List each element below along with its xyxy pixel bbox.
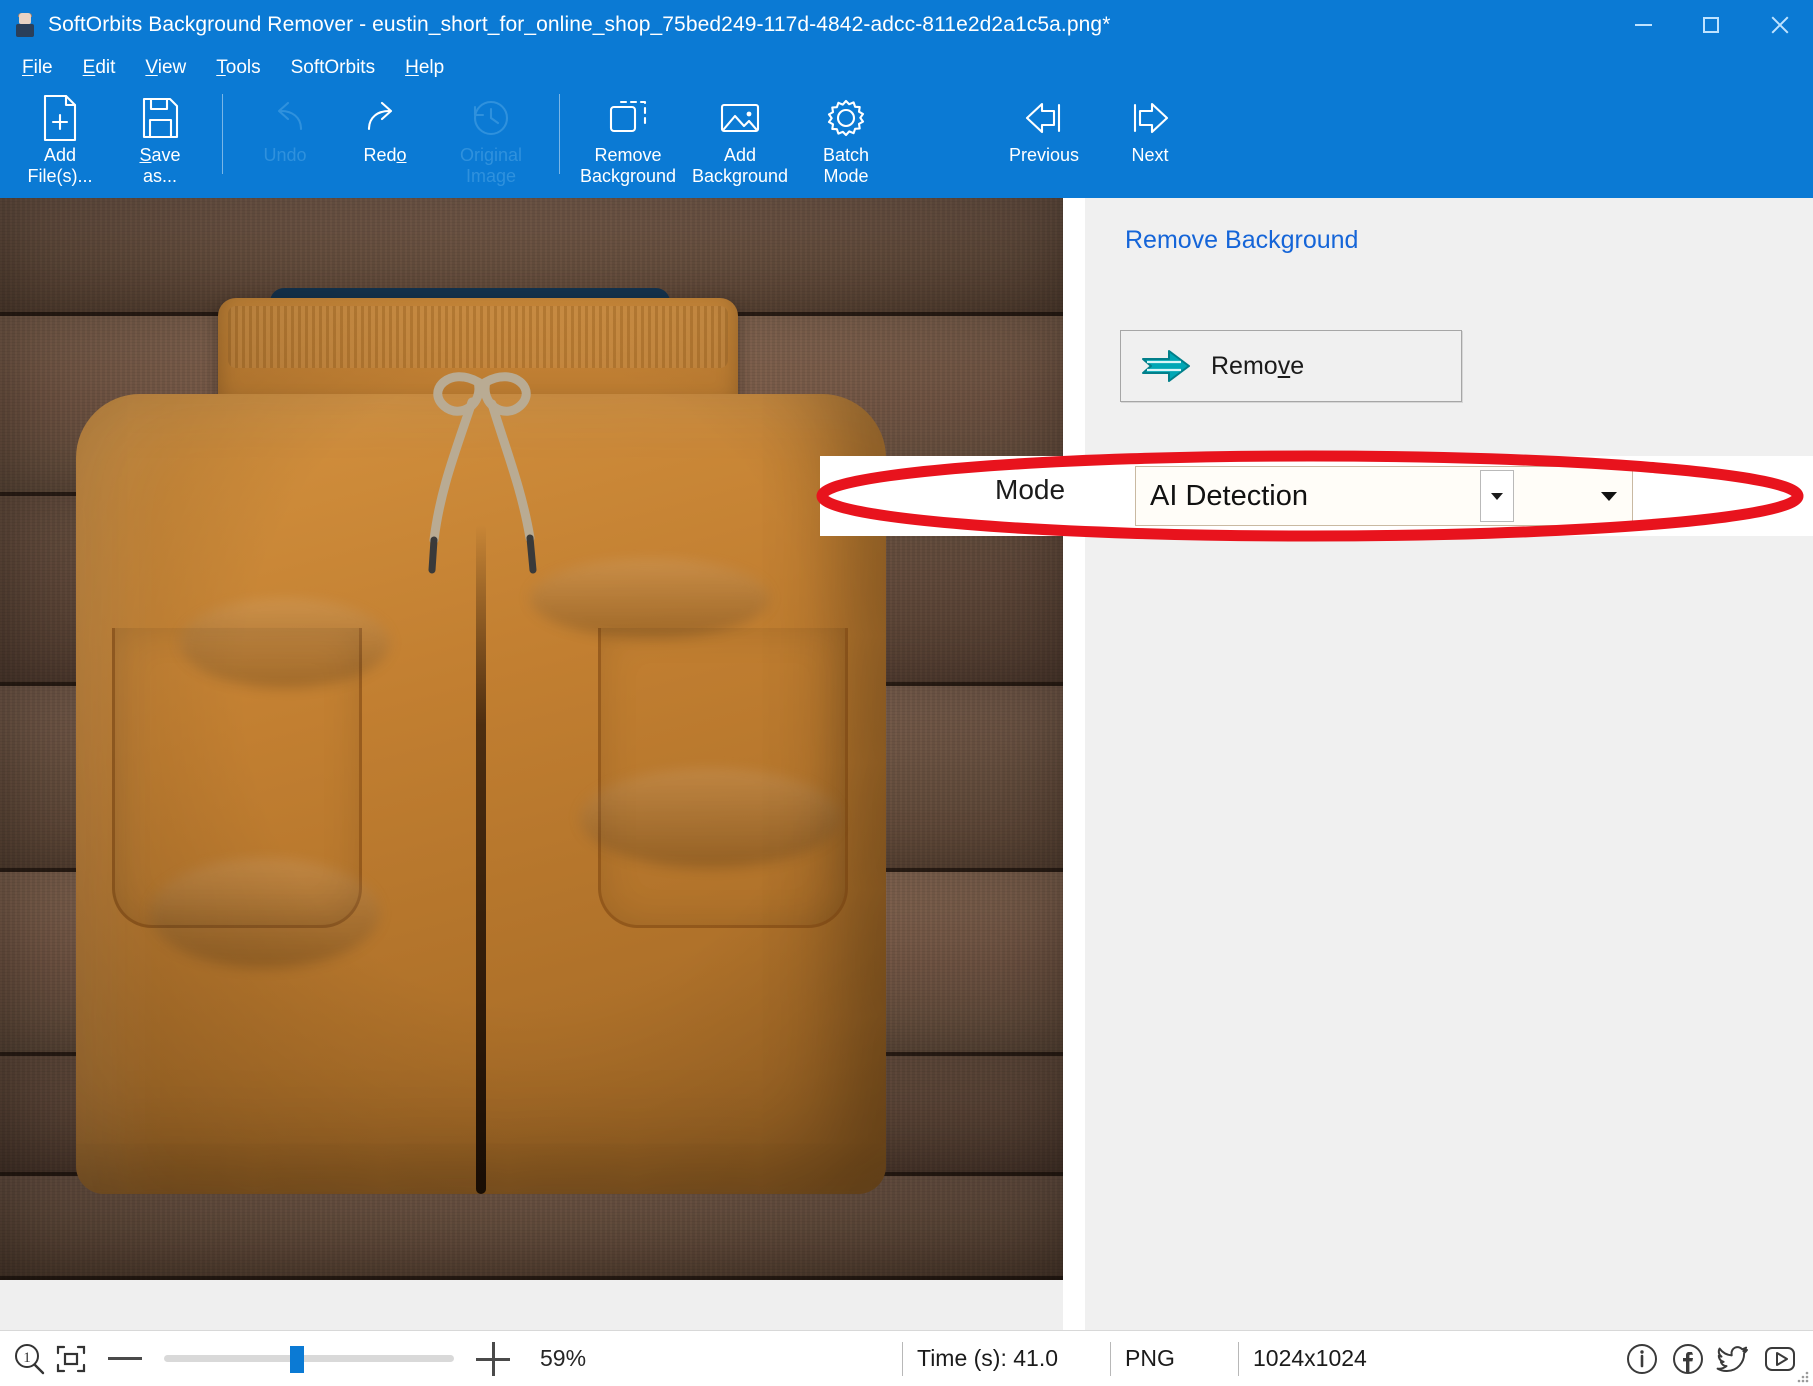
right-panel: Remove Background Remove [1063,198,1813,1330]
resize-grip-icon[interactable] [1794,1367,1810,1383]
menu-item-file[interactable]: File [22,55,69,81]
window-controls [1609,0,1813,50]
remove-button-label: Remove [1211,352,1304,381]
info-icon[interactable] [1621,1338,1663,1380]
close-icon [1770,16,1788,34]
picture-icon [684,92,796,144]
toolbar-group-history: Undo Redo OriginalImage [235,86,547,198]
status-dimensions: 1024x1024 [1238,1342,1428,1376]
chevron-down-icon [1601,492,1617,501]
secondary-dropdown-button[interactable] [1480,470,1514,522]
maximize-icon [1703,17,1719,33]
twitter-icon[interactable] [1713,1338,1755,1380]
status-format: PNG [1110,1342,1220,1376]
next-button[interactable]: Next [1100,86,1200,166]
add-file-icon [10,92,110,144]
redo-label: Redo [363,145,406,166]
shorts-object [60,298,900,1178]
zoom-out-button[interactable] [108,1357,142,1360]
remove-button[interactable]: Remove [1120,330,1462,402]
arrow-right-icon [1100,92,1200,144]
window-title: SoftOrbits Background Remover - eustin_s… [48,13,1609,37]
panel-heading: Remove Background [1125,226,1358,255]
undo-arrow-icon [235,92,335,144]
remove-background-icon [572,92,684,144]
toolbar-group-background: RemoveBackground AddBackground [572,86,896,198]
add-background-label: AddBackground [692,145,788,187]
social-links [1621,1338,1801,1380]
original-image-button: OriginalImage [435,86,547,187]
zoom-percent-label: 59% [540,1345,610,1372]
redo-arrow-icon [335,92,435,144]
remove-background-button[interactable]: RemoveBackground [572,86,684,187]
zoom-1-to-1-icon[interactable]: 1 [10,1340,48,1378]
undo-label: Undo [263,145,306,166]
history-clock-icon [435,92,547,144]
menu-item-view[interactable]: View [145,55,202,81]
status-bar: 1 59% Time (s): 41.0 PNG 1024x1024 [0,1330,1813,1386]
menu-item-edit[interactable]: Edit [83,55,132,81]
photo-preview [0,198,1063,1280]
batch-mode-button[interactable]: BatchMode [796,86,896,187]
drawstring [360,340,600,640]
gear-icon [796,92,896,144]
title-bar: SoftOrbits Background Remover - eustin_s… [0,0,1813,50]
toolbar-separator-1 [222,94,223,174]
menu-bar: File Edit View Tools SoftOrbits Help [0,50,1813,86]
mode-dropdown[interactable]: AI Detection [1135,466,1633,526]
redo-button[interactable]: Redo [335,86,435,166]
fit-to-screen-icon[interactable] [52,1340,90,1378]
add-background-button[interactable]: AddBackground [684,86,796,187]
app-icon [14,13,36,37]
minimize-icon [1635,24,1652,26]
image-canvas[interactable] [0,198,1063,1330]
teal-double-arrow-icon [1121,349,1211,383]
undo-button: Undo [235,86,335,166]
mode-label: Mode [995,474,1065,506]
save-icon [110,92,210,144]
arrow-left-icon [988,92,1100,144]
minimize-button[interactable] [1609,0,1677,50]
close-button[interactable] [1745,0,1813,50]
zoom-slider-track [164,1355,454,1362]
menu-item-softorbits[interactable]: SoftOrbits [291,55,391,81]
previous-label: Previous [1009,145,1079,166]
previous-button[interactable]: Previous [988,86,1100,166]
save-as-label: Saveas... [139,145,180,187]
zoom-in-button[interactable] [476,1342,510,1376]
toolbar-group-file: AddFile(s)... Saveas... [10,86,210,198]
menu-item-help[interactable]: Help [405,55,460,81]
toolbar: AddFile(s)... Saveas... Undo [0,86,1813,198]
chevron-down-icon [1491,493,1503,500]
zoom-slider[interactable] [164,1340,454,1378]
remove-background-label: RemoveBackground [580,145,676,187]
batch-mode-label: BatchMode [823,145,869,187]
work-area: Remove Background Remove Mode AI Detecti… [0,198,1813,1330]
toolbar-separator-2 [559,94,560,174]
toolbar-group-navigation: Previous Next [988,86,1200,198]
mode-dropdown-value: AI Detection [1136,480,1586,513]
mode-dropdown-caret[interactable] [1586,492,1632,501]
facebook-icon[interactable] [1667,1338,1709,1380]
application-window: SoftOrbits Background Remover - eustin_s… [0,0,1813,1386]
add-files-label: AddFile(s)... [28,145,93,187]
zoom-slider-thumb[interactable] [290,1346,304,1373]
menu-item-tools[interactable]: Tools [216,55,276,81]
maximize-button[interactable] [1677,0,1745,50]
svg-text:1: 1 [23,1350,31,1366]
add-files-button[interactable]: AddFile(s)... [10,86,110,187]
next-label: Next [1131,145,1168,166]
status-time: Time (s): 41.0 [902,1342,1092,1376]
original-image-label: OriginalImage [460,145,522,187]
save-as-button[interactable]: Saveas... [110,86,210,187]
